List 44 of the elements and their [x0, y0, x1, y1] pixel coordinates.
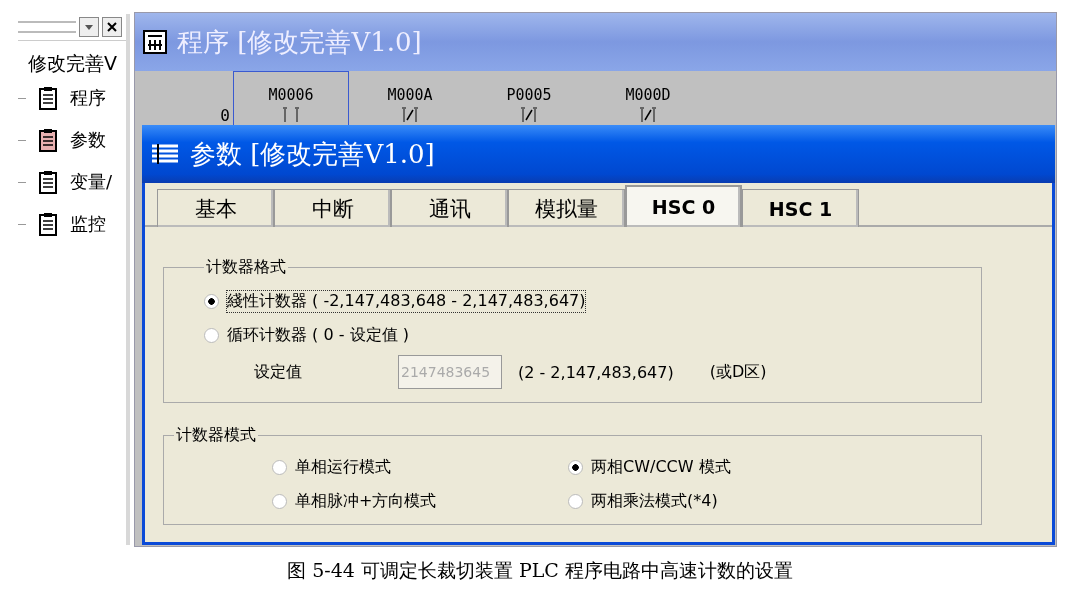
tree-item[interactable]: 监控: [18, 203, 126, 245]
radio-label[interactable]: 两相乘法模式(*4): [591, 490, 718, 512]
tab[interactable]: 中断: [274, 189, 391, 227]
clipboard-icon: [38, 170, 58, 194]
tree-item[interactable]: 参数: [18, 119, 126, 161]
tree-item[interactable]: 程序: [18, 77, 126, 119]
radio-label[interactable]: 单相脉冲+方向模式: [295, 490, 437, 512]
radio-button[interactable]: [204, 327, 219, 343]
close-button[interactable]: [102, 17, 122, 37]
group-title: 计数器格式: [205, 257, 287, 278]
tab[interactable]: HSC 0: [625, 185, 742, 227]
clipboard-icon: [38, 86, 58, 110]
radio-label[interactable]: 两相CW/CCW 模式: [591, 456, 731, 478]
range-text: (2 - 2,147,483,647): [518, 362, 674, 382]
tab[interactable]: 通讯: [391, 189, 508, 227]
radio-label[interactable]: 循环计数器 ( 0 - 设定值 ): [227, 324, 409, 346]
project-name: 修改完善V: [28, 51, 118, 76]
radio-button[interactable]: [568, 493, 583, 509]
ladder-contact[interactable]: M000A: [352, 71, 468, 127]
radio-label[interactable]: 綫性计数器 ( -2,147,483,648 - 2,147,483,647): [227, 290, 586, 312]
toolbar-grip[interactable]: [18, 21, 76, 33]
tab[interactable]: 模拟量: [508, 189, 625, 227]
radio-button[interactable]: [272, 459, 287, 475]
field-label: 设定值: [254, 361, 302, 383]
tab[interactable]: HSC 1: [742, 189, 859, 227]
ladder-contact[interactable]: M000D: [590, 71, 706, 127]
note-text: (或D区): [709, 361, 767, 383]
radio-button[interactable]: [568, 459, 583, 475]
radio-label[interactable]: 单相运行模式: [295, 456, 391, 478]
window-title: 程序 [修改完善V1.0]: [177, 25, 422, 59]
ladder-program-icon: [143, 30, 167, 54]
dialog-title: 参数 [修改完善V1.0]: [190, 137, 435, 171]
tab[interactable]: 基本: [157, 189, 274, 227]
ladder-contact[interactable]: P0005: [471, 71, 587, 127]
figure-caption: 图 5-44 可调定长裁切装置 PLC 程序电路中高速计数的设置: [287, 559, 793, 581]
radio-button[interactable]: [272, 493, 287, 509]
group-title: 计数器模式: [175, 425, 257, 446]
dropdown-button[interactable]: [79, 17, 99, 37]
clipboard-icon: [38, 212, 58, 236]
clipboard-icon: [38, 128, 58, 152]
rung-number: 0: [219, 105, 230, 125]
tree-item[interactable]: 变量/: [18, 161, 126, 203]
radio-button[interactable]: [204, 293, 219, 309]
parameter-list-icon: [150, 142, 180, 166]
